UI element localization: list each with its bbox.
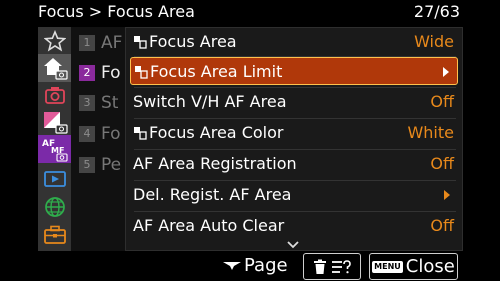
list-item: 5 Pe	[79, 153, 121, 177]
menu-item-label: Focus Area Limit	[150, 62, 283, 81]
page-counter: 27/63	[413, 2, 460, 21]
playback-icon	[43, 171, 66, 187]
page-scroll-icon	[223, 262, 241, 270]
focus-area-menu: Focus Area Wide Focus Area Limit Switch …	[125, 27, 463, 251]
sidebar: AF MF	[38, 27, 71, 251]
background-submenu-list: 1 AF 2 Fo 3 St 4 Fo 5 Pe	[71, 27, 131, 251]
chevron-right-icon	[444, 190, 450, 200]
item-text: Fo	[101, 124, 121, 144]
chevron-down-icon[interactable]	[287, 241, 299, 250]
menu-item-label: Del. Regist. AF Area	[133, 185, 292, 204]
menu-item-label: Switch V/H AF Area	[133, 92, 287, 111]
still-movie-icon	[134, 36, 147, 49]
item-number: 4	[79, 126, 95, 142]
menu-item-value: Off	[430, 154, 454, 173]
menu-item-value: White	[407, 123, 454, 142]
tab-focus[interactable]: AF MF	[38, 135, 71, 163]
tab-setup[interactable]	[38, 221, 71, 249]
menu-key-badge: MENU	[372, 260, 403, 273]
menu-item-af-area-auto-clear[interactable]: AF Area Auto Clear Off	[130, 212, 458, 240]
af-mf-camera-icon: AF MF	[42, 139, 68, 162]
close-label: Close	[405, 255, 455, 277]
list-help-icon	[332, 259, 351, 273]
tab-playback[interactable]	[38, 165, 71, 193]
network-globe-icon	[44, 197, 65, 217]
menu-item-label: Focus Area Color	[149, 123, 284, 142]
menu-item-focus-area[interactable]: Focus Area Wide	[130, 28, 458, 56]
menu-item-label: AF Area Auto Clear	[133, 216, 285, 235]
trash-icon	[314, 259, 326, 274]
menu-item-value: Wide	[414, 32, 454, 51]
footer-bar: Page MENU Close	[0, 252, 500, 281]
page-label: Page	[244, 255, 288, 276]
list-item: 1 AF	[79, 31, 122, 55]
still-movie-icon	[135, 66, 148, 79]
home-camera-icon	[43, 58, 68, 80]
header-bar: Focus > Focus Area 27/63	[0, 0, 500, 26]
item-text: AF	[101, 33, 123, 53]
tab-my-menu[interactable]	[38, 27, 71, 55]
item-text: St	[101, 93, 119, 113]
item-text: Pe	[101, 155, 122, 175]
item-text: Fo	[101, 63, 121, 83]
breadcrumb: Focus > Focus Area	[38, 2, 195, 21]
exposure-camera-icon	[43, 112, 68, 134]
chevron-right-icon	[443, 67, 449, 77]
item-number: 3	[79, 95, 95, 111]
tab-exposure[interactable]	[38, 108, 71, 136]
menu-item-switch-vh-af-area[interactable]: Switch V/H AF Area Off	[130, 88, 458, 116]
menu-item-label: AF Area Registration	[133, 154, 297, 173]
page-hint[interactable]: Page	[222, 255, 288, 277]
tab-main[interactable]	[38, 54, 71, 82]
menu-item-focus-area-color[interactable]: Focus Area Color White	[130, 119, 458, 147]
star-icon	[43, 30, 66, 52]
menu-item-value: Off	[430, 92, 454, 111]
item-number: 1	[79, 35, 95, 51]
menu-item-del-regist-af-area[interactable]: Del. Regist. AF Area	[130, 181, 458, 209]
tab-shooting[interactable]	[38, 81, 71, 109]
menu-item-focus-area-limit[interactable]: Focus Area Limit	[130, 57, 458, 85]
item-number: 5	[79, 157, 95, 173]
menu-item-value: Off	[430, 216, 454, 235]
still-movie-icon	[134, 127, 147, 140]
menu-item-af-area-registration[interactable]: AF Area Registration Off	[130, 150, 458, 178]
toolbox-icon	[43, 225, 66, 244]
menu-item-label: Focus Area	[149, 32, 237, 51]
item-number: 2	[79, 65, 95, 81]
close-button[interactable]: MENU Close	[369, 253, 458, 280]
camera-icon	[44, 87, 65, 104]
tab-network[interactable]	[38, 193, 71, 221]
delete-registration-button[interactable]	[303, 253, 361, 280]
list-item: 4 Fo	[79, 122, 121, 146]
list-item: 3 St	[79, 91, 118, 115]
list-item: 2 Fo	[79, 61, 121, 85]
